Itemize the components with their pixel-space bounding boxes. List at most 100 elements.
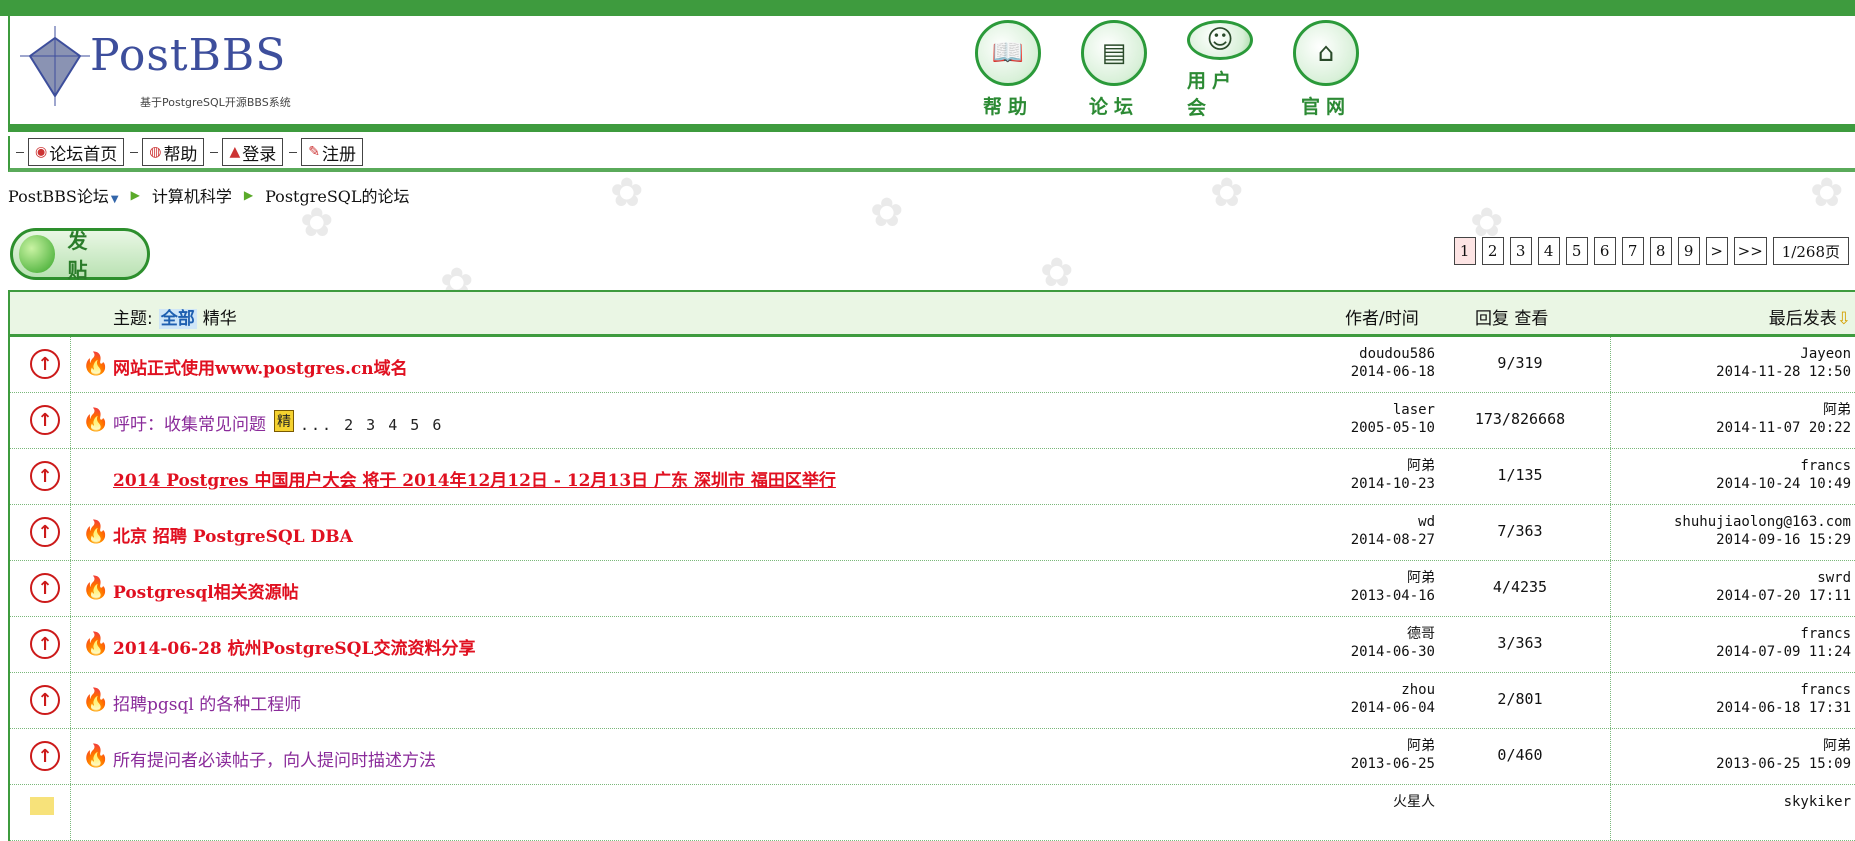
- breadcrumb-category[interactable]: 计算机科学: [152, 183, 232, 207]
- column-divider: [1610, 449, 1612, 504]
- author-name[interactable]: 阿弟: [1275, 569, 1435, 587]
- folder-icon: .: [30, 797, 54, 815]
- author-name[interactable]: 德哥: [1275, 625, 1435, 643]
- next-page-button[interactable]: >: [1705, 237, 1728, 265]
- page-link[interactable]: 7: [1621, 237, 1644, 265]
- menu-divider: [16, 151, 24, 153]
- page-link[interactable]: 5: [1565, 237, 1588, 265]
- column-divider: [70, 673, 72, 728]
- last-post-header[interactable]: 最后发表⇩: [1769, 304, 1851, 329]
- menu-help-label: 帮助: [163, 144, 198, 165]
- author-name[interactable]: 阿弟: [1275, 457, 1435, 475]
- site-logo[interactable]: PostBBS 基于PostgreSQL开源BBS系统: [20, 24, 320, 120]
- last-post-time[interactable]: 2014-07-09 11:24: [1716, 643, 1851, 661]
- topic-title[interactable]: 呼吁：收集常见问题: [113, 415, 266, 435]
- table-row: ↑ 🔥 招聘pgsql 的各种工程师 zhou 2014-06-04 2/801 …: [10, 673, 1855, 729]
- last-post-user[interactable]: francs: [1716, 681, 1851, 699]
- house-icon: ⌂: [1293, 20, 1359, 86]
- last-post-user[interactable]: Jayeon: [1716, 345, 1851, 363]
- topic-title[interactable]: Postgresql相关资源帖: [113, 578, 299, 603]
- topic-title[interactable]: 2014-06-28 杭州PostgreSQL交流资料分享: [113, 634, 475, 659]
- post-date: 2014-06-30: [1350, 644, 1435, 660]
- page-link[interactable]: 6: [1593, 237, 1616, 265]
- last-post-header-label: 最后发表: [1768, 309, 1837, 329]
- last-post-user[interactable]: francs: [1716, 457, 1851, 475]
- last-post: swrd 2014-07-20 17:11: [1716, 569, 1851, 605]
- reply-view-count: 0/460: [1497, 746, 1543, 764]
- author-name[interactable]: 火星人: [1275, 793, 1435, 811]
- menu-help[interactable]: ◍ 帮助: [142, 138, 205, 166]
- topic-title[interactable]: 所有提问者必读帖子，向人提问时描述方法: [113, 746, 436, 771]
- page-link[interactable]: 9: [1677, 237, 1700, 265]
- nav-forum[interactable]: ▤ 论坛: [1081, 20, 1147, 120]
- chevron-down-icon[interactable]: ▼: [111, 194, 119, 205]
- nav-users[interactable]: ☺ 用户会: [1187, 20, 1253, 120]
- topic-title[interactable]: 2014 Postgres 中国用户大会 将于 2014年12月12日 - 12…: [113, 466, 836, 491]
- breadcrumb-forum-label: PostBBS论坛: [8, 187, 109, 206]
- post-date: 2014-10-23: [1350, 476, 1435, 492]
- last-post-time[interactable]: 2014-11-07 20:22: [1716, 419, 1851, 437]
- menu-forum-home[interactable]: ◉ 论坛首页: [28, 138, 125, 166]
- last-post-time[interactable]: 2014-09-16 15:29: [1674, 531, 1851, 549]
- menu-login[interactable]: ▲ 登录: [222, 138, 284, 166]
- last-post-time[interactable]: 2014-10-24 10:49: [1716, 475, 1851, 493]
- column-divider: [70, 617, 72, 672]
- last-post-time[interactable]: 2014-06-18 17:31: [1716, 699, 1851, 717]
- new-post-button[interactable]: 发 贴: [10, 228, 150, 282]
- page-link[interactable]: 2: [1481, 237, 1504, 265]
- last-post-time[interactable]: 2013-06-25 15:09: [1716, 755, 1851, 773]
- menu-register[interactable]: ✎ 注册: [301, 138, 363, 166]
- author-name[interactable]: wd: [1275, 513, 1435, 531]
- column-divider: [70, 505, 72, 560]
- hot-topic-icon: 🔥: [82, 576, 110, 601]
- last-post-time[interactable]: 2014-11-28 12:50: [1716, 363, 1851, 381]
- page-link[interactable]: 1: [1453, 237, 1476, 265]
- pinned-topic-icon: ↑: [30, 405, 60, 435]
- column-divider: [70, 785, 72, 840]
- page-link[interactable]: 8: [1649, 237, 1672, 265]
- author-name[interactable]: 阿弟: [1275, 737, 1435, 755]
- last-post-time[interactable]: 2014-07-20 17:11: [1716, 587, 1851, 605]
- last-post-user[interactable]: swrd: [1716, 569, 1851, 587]
- last-post-user[interactable]: shuhujiaolong@163.com: [1674, 513, 1851, 531]
- topic-title[interactable]: 招聘pgsql 的各种工程师: [113, 690, 301, 715]
- menu-divider: [130, 151, 139, 153]
- pinned-topic-icon: ↑: [30, 461, 60, 491]
- filter-all-tab[interactable]: 全部: [158, 309, 197, 329]
- last-post: 阿弟 2014-11-07 20:22: [1716, 401, 1851, 437]
- last-post-user[interactable]: 阿弟: [1716, 737, 1851, 755]
- nav-official[interactable]: ⌂ 官网: [1293, 20, 1359, 120]
- topic-title[interactable]: 网站正式使用www.postgres.cn域名: [113, 354, 408, 379]
- page-count[interactable]: 1/268页: [1772, 237, 1849, 265]
- topic-author: 阿弟 2013-06-25: [1275, 737, 1435, 773]
- author-name[interactable]: doudou586: [1275, 345, 1435, 363]
- author-name[interactable]: laser: [1275, 401, 1435, 419]
- filter-digest-tab[interactable]: 精华: [203, 309, 237, 329]
- topic-author: zhou 2014-06-04: [1275, 681, 1435, 717]
- last-post-user[interactable]: francs: [1716, 625, 1851, 643]
- page-link[interactable]: 3: [1509, 237, 1532, 265]
- table-row: ↑ 🔥 所有提问者必读帖子，向人提问时描述方法 阿弟 2013-06-25 0/4…: [10, 729, 1855, 785]
- column-divider: [70, 393, 72, 448]
- column-divider: [1610, 729, 1612, 784]
- menu-divider: [289, 151, 298, 153]
- topic-page-links[interactable]: ... 2 3 4 5 6: [300, 416, 443, 434]
- stats-header: 回复 查看: [1475, 309, 1549, 329]
- last-page-button[interactable]: >>: [1733, 237, 1767, 265]
- topic-title[interactable]: 北京 招聘 PostgreSQL DBA: [113, 522, 353, 547]
- column-divider: [1610, 617, 1612, 672]
- breadcrumb-board[interactable]: PostgreSQL的论坛: [265, 183, 409, 207]
- table-row: ↑ 🔥 北京 招聘 PostgreSQL DBA wd 2014-08-27 7/…: [10, 505, 1855, 561]
- menu-register-label: 注册: [321, 144, 356, 165]
- post-date: 2014-06-04: [1350, 700, 1435, 716]
- last-post: francs 2014-07-09 11:24: [1716, 625, 1851, 661]
- last-post-user[interactable]: skykiker: [1784, 793, 1851, 811]
- topic-header-label: 主题:: [113, 309, 153, 329]
- author-name[interactable]: zhou: [1275, 681, 1435, 699]
- breadcrumb-forum[interactable]: PostBBS论坛 ▼: [8, 183, 119, 207]
- topic-author: wd 2014-08-27: [1275, 513, 1435, 549]
- topic-author: 火星人: [1275, 793, 1435, 811]
- nav-help[interactable]: 📖 帮助: [975, 20, 1041, 120]
- page-link[interactable]: 4: [1537, 237, 1560, 265]
- last-post-user[interactable]: 阿弟: [1716, 401, 1851, 419]
